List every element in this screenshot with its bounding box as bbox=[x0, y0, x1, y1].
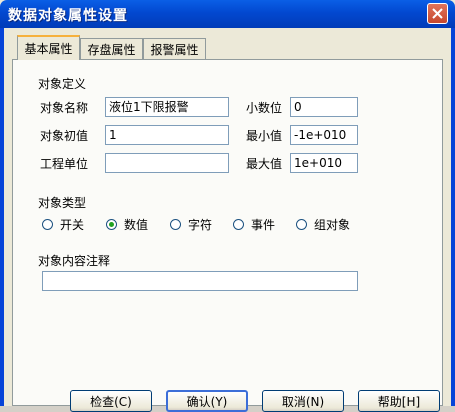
comment-field[interactable] bbox=[42, 271, 358, 291]
radio-label: 事件 bbox=[251, 218, 276, 232]
window-title: 数据对象属性设置 bbox=[8, 8, 128, 24]
max-value-label: 最大值 bbox=[246, 157, 283, 171]
button-label: 帮助[H] bbox=[377, 394, 421, 409]
ok-button[interactable]: 确认(Y) bbox=[166, 390, 248, 412]
radio-circle-icon bbox=[42, 219, 53, 230]
tab-basic-properties[interactable]: 基本属性 bbox=[17, 35, 80, 60]
unit-label: 工程单位 bbox=[40, 157, 89, 171]
radio-event[interactable]: 事件 bbox=[233, 216, 275, 233]
window-border-right bbox=[451, 28, 455, 406]
button-label: 取消(N) bbox=[281, 394, 325, 409]
button-label: 检查(C) bbox=[90, 394, 132, 409]
radio-checked-icon bbox=[106, 219, 117, 230]
tab-label: 基本属性 bbox=[24, 42, 73, 56]
min-value-field[interactable]: -1e+010 bbox=[290, 125, 358, 145]
window-border-left bbox=[0, 28, 4, 406]
min-value-label: 最小值 bbox=[246, 129, 283, 143]
tab-alarm-properties[interactable]: 报警属性 bbox=[143, 38, 206, 59]
close-icon bbox=[432, 8, 443, 19]
object-name-field[interactable]: 液位1下限报警 bbox=[105, 97, 229, 117]
dialog-window: 数据对象属性设置 基本属性 存盘属性 报警属性 对象定义 对象名称 液位1下限报… bbox=[0, 0, 455, 412]
radio-string[interactable]: 字符 bbox=[170, 216, 212, 233]
max-value-field[interactable]: 1e+010 bbox=[290, 153, 358, 173]
decimals-label: 小数位 bbox=[246, 101, 283, 115]
radio-label: 组对象 bbox=[314, 218, 351, 232]
object-init-label: 对象初值 bbox=[40, 129, 89, 143]
tab-storage-properties[interactable]: 存盘属性 bbox=[80, 38, 143, 59]
radio-circle-icon bbox=[296, 219, 307, 230]
unit-field[interactable] bbox=[105, 153, 229, 173]
comment-title: 对象内容注释 bbox=[36, 252, 113, 269]
radio-circle-icon bbox=[233, 219, 244, 230]
tab-label: 报警属性 bbox=[150, 42, 199, 57]
decimals-field[interactable]: 0 bbox=[290, 97, 358, 117]
object-name-label: 对象名称 bbox=[40, 101, 89, 115]
object-type-title: 对象类型 bbox=[36, 194, 89, 211]
tab-label: 存盘属性 bbox=[87, 42, 136, 57]
radio-group-object[interactable]: 组对象 bbox=[296, 216, 350, 233]
title-bar[interactable]: 数据对象属性设置 bbox=[0, 0, 455, 28]
radio-label: 字符 bbox=[188, 218, 213, 232]
help-button[interactable]: 帮助[H] bbox=[358, 390, 440, 412]
radio-label: 数值 bbox=[124, 218, 149, 232]
object-init-field[interactable]: 1 bbox=[105, 125, 229, 145]
object-definition-title: 对象定义 bbox=[36, 75, 89, 92]
radio-label: 开关 bbox=[60, 218, 85, 232]
radio-circle-icon bbox=[170, 219, 181, 230]
cancel-button[interactable]: 取消(N) bbox=[262, 390, 344, 412]
button-label: 确认(Y) bbox=[186, 394, 228, 409]
check-button[interactable]: 检查(C) bbox=[70, 390, 152, 412]
close-button[interactable] bbox=[427, 3, 448, 24]
radio-switch[interactable]: 开关 bbox=[42, 216, 84, 233]
radio-numeric[interactable]: 数值 bbox=[106, 216, 148, 233]
